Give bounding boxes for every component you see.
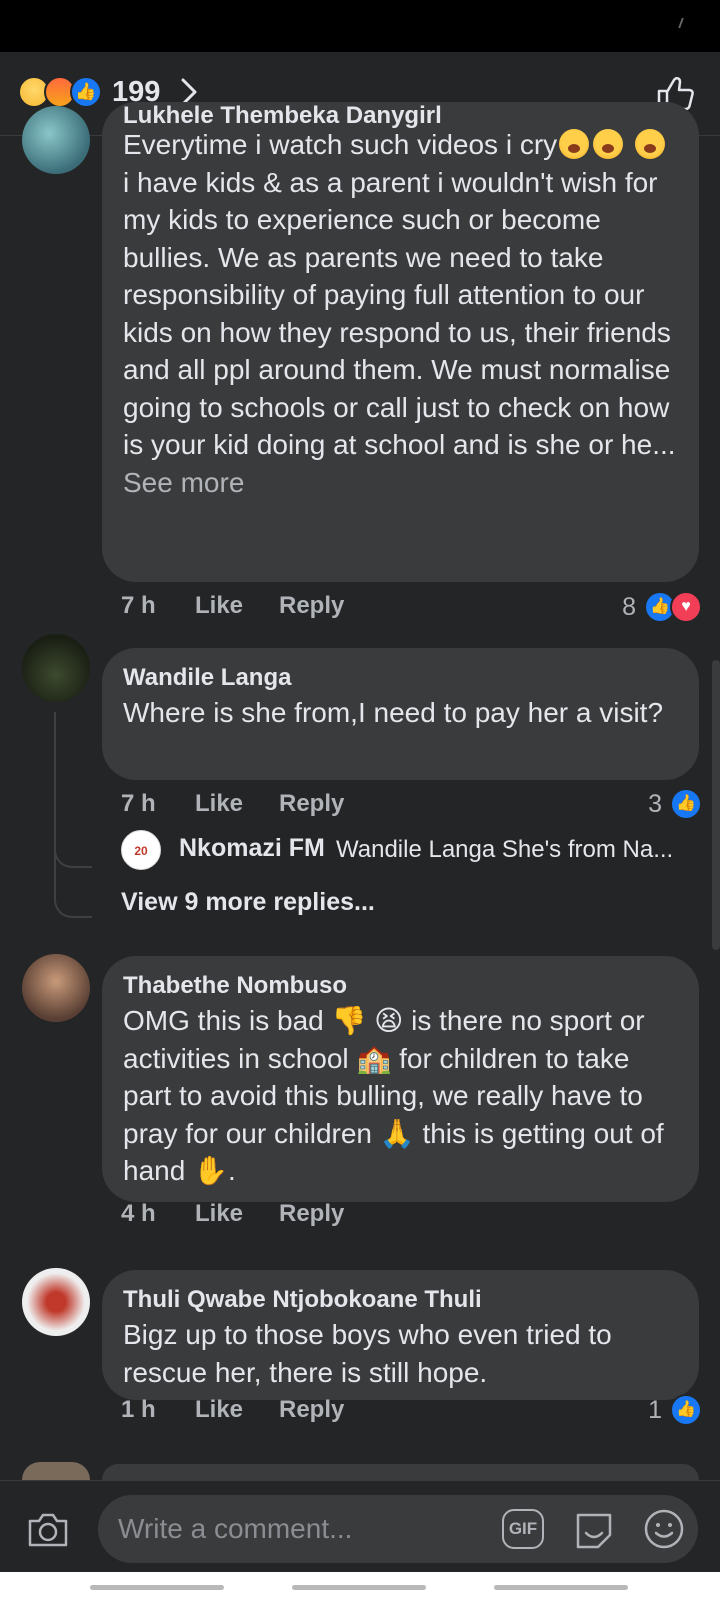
avatar[interactable] bbox=[22, 106, 90, 174]
comment-time: 7 h bbox=[121, 790, 156, 817]
thumbs-down-emoji: 👎 bbox=[331, 1005, 367, 1036]
thread-line bbox=[54, 712, 56, 862]
reaction-summary-icons: 👍 bbox=[18, 76, 108, 110]
comment-bubble[interactable]: Thabethe Nombuso OMG this is bad 👎 😫 is … bbox=[102, 956, 699, 1202]
avatar[interactable] bbox=[22, 634, 90, 702]
gif-icon[interactable]: GIF bbox=[502, 1509, 544, 1549]
avatar[interactable]: 20 bbox=[121, 830, 161, 870]
comment-bubble bbox=[102, 1464, 699, 1480]
thread-connector bbox=[54, 896, 92, 918]
school-emoji: 🏫 bbox=[356, 1042, 392, 1074]
comment-reaction-count[interactable]: 1 👍 bbox=[648, 1393, 702, 1427]
comment-composer: GIF bbox=[0, 1480, 720, 1572]
nav-back-indicator[interactable] bbox=[90, 1585, 224, 1590]
reply-snippet: Wandile Langa She's from Na... bbox=[336, 836, 674, 863]
reply-button[interactable]: Reply bbox=[279, 592, 344, 620]
avatar[interactable] bbox=[22, 954, 90, 1022]
nav-home-indicator[interactable] bbox=[292, 1585, 426, 1590]
crying-face-emoji bbox=[559, 129, 590, 159]
comment-reaction-count[interactable]: 3 👍 bbox=[648, 787, 702, 821]
nav-recents-indicator[interactable] bbox=[494, 1585, 628, 1590]
avatar[interactable] bbox=[22, 1268, 90, 1336]
see-more-link[interactable]: See more bbox=[123, 467, 244, 498]
comment-text: OMG this is bad 👎 😫 is there no sport or… bbox=[123, 1005, 664, 1186]
reaction-count-number: 3 bbox=[648, 789, 662, 818]
view-more-replies-link[interactable]: View 9 more replies... bbox=[121, 888, 375, 917]
status-bar bbox=[0, 0, 720, 52]
love-reaction-icon: ♥ bbox=[670, 591, 702, 623]
comment-text: Where is she from,I need to pay her a vi… bbox=[123, 697, 664, 728]
comment-author[interactable]: Wandile Langa bbox=[123, 662, 679, 694]
tired-face-emoji: 😫 bbox=[374, 1005, 404, 1036]
like-comment-button[interactable]: Like bbox=[195, 1200, 243, 1228]
scrollbar[interactable] bbox=[712, 660, 720, 950]
avatar bbox=[22, 1462, 90, 1480]
like-comment-button[interactable]: Like bbox=[195, 1396, 243, 1424]
like-comment-button[interactable]: Like bbox=[195, 790, 243, 818]
reply-button[interactable]: Reply bbox=[279, 1200, 344, 1228]
comment-text: Everytime i watch such videos i cry i ha… bbox=[123, 129, 676, 498]
comment-bubble[interactable]: Wandile Langa Where is she from,I need t… bbox=[102, 648, 699, 780]
reaction-count-number: 8 bbox=[622, 592, 636, 621]
comment-text: Bigz up to those boys who even tried to … bbox=[123, 1319, 612, 1388]
reply-button[interactable]: Reply bbox=[279, 1396, 344, 1424]
reaction-count-number: 1 bbox=[648, 1395, 662, 1424]
comment-bubble[interactable]: Thuli Qwabe Ntjobokoane Thuli Bigz up to… bbox=[102, 1270, 699, 1400]
status-indicator bbox=[678, 18, 684, 28]
crying-face-emoji bbox=[593, 129, 624, 159]
sticker-icon[interactable] bbox=[572, 1507, 616, 1551]
comment-time: 7 h bbox=[121, 592, 156, 619]
like-comment-button[interactable]: Like bbox=[195, 592, 243, 620]
camera-icon[interactable] bbox=[26, 1511, 70, 1549]
raised-hand-emoji: ✋ bbox=[193, 1155, 228, 1186]
folded-hands-emoji: 🙏 bbox=[379, 1117, 415, 1149]
comment-author[interactable]: Thuli Qwabe Ntjobokoane Thuli bbox=[123, 1284, 679, 1316]
comment-time: 4 h bbox=[121, 1200, 156, 1227]
comment-reaction-count[interactable]: 8 👍 ♥ bbox=[622, 590, 702, 624]
reply-preview[interactable]: 20 Nkomazi FM Wandile Langa She's from N… bbox=[121, 830, 701, 872]
thread-connector bbox=[54, 846, 92, 868]
comment-time: 1 h bbox=[121, 1396, 156, 1423]
thread-line bbox=[54, 860, 56, 900]
like-reaction-icon: 👍 bbox=[70, 76, 102, 108]
like-reaction-icon: 👍 bbox=[670, 788, 702, 820]
crying-face-emoji bbox=[634, 129, 665, 159]
reply-button[interactable]: Reply bbox=[279, 790, 344, 818]
reply-author[interactable]: Nkomazi FM bbox=[179, 834, 325, 863]
emoji-icon[interactable] bbox=[642, 1507, 686, 1551]
system-navigation-bar bbox=[0, 1572, 720, 1600]
comment-author[interactable]: Thabethe Nombuso bbox=[123, 970, 679, 1002]
comment-bubble[interactable]: Lukhele Thembeka Danygirl Everytime i wa… bbox=[102, 102, 699, 582]
like-reaction-icon: 👍 bbox=[670, 1394, 702, 1426]
